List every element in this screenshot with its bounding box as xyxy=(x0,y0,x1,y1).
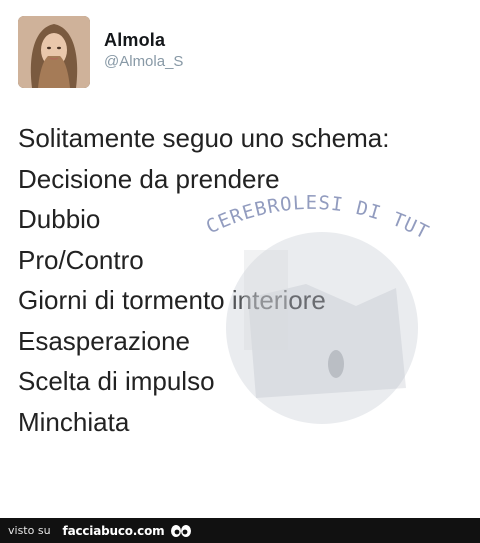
tweet-line: Minchiata xyxy=(18,406,130,437)
footer-site-link[interactable]: facciabuco.com xyxy=(63,524,165,538)
tweet-text: Solitamente seguo uno schema: Decisione … xyxy=(18,118,468,442)
tweet-card: Almola @Almola_S Solitamente seguo uno s… xyxy=(0,0,480,518)
avatar[interactable] xyxy=(18,16,90,88)
tweet-line: Giorni di tormento interiore xyxy=(18,285,326,315)
footer-prefix: visto su xyxy=(8,524,51,537)
display-name[interactable]: Almola xyxy=(104,30,165,51)
user-handle[interactable]: @Almola_S xyxy=(104,53,183,70)
tweet-line: Scelta di impulso xyxy=(18,366,215,396)
footer-bar: visto su facciabuco.com xyxy=(0,518,480,543)
tweet-line: Decisione da prendere xyxy=(18,163,280,194)
tweet-line: Solitamente seguo uno schema: xyxy=(18,123,390,153)
tweet-line: Esasperazione xyxy=(18,325,190,356)
googly-eyes-icon xyxy=(170,524,192,538)
tweet-line: Pro/Contro xyxy=(18,244,144,275)
avatar-photo-icon xyxy=(18,16,90,88)
tweet-line: Dubbio xyxy=(18,204,101,234)
